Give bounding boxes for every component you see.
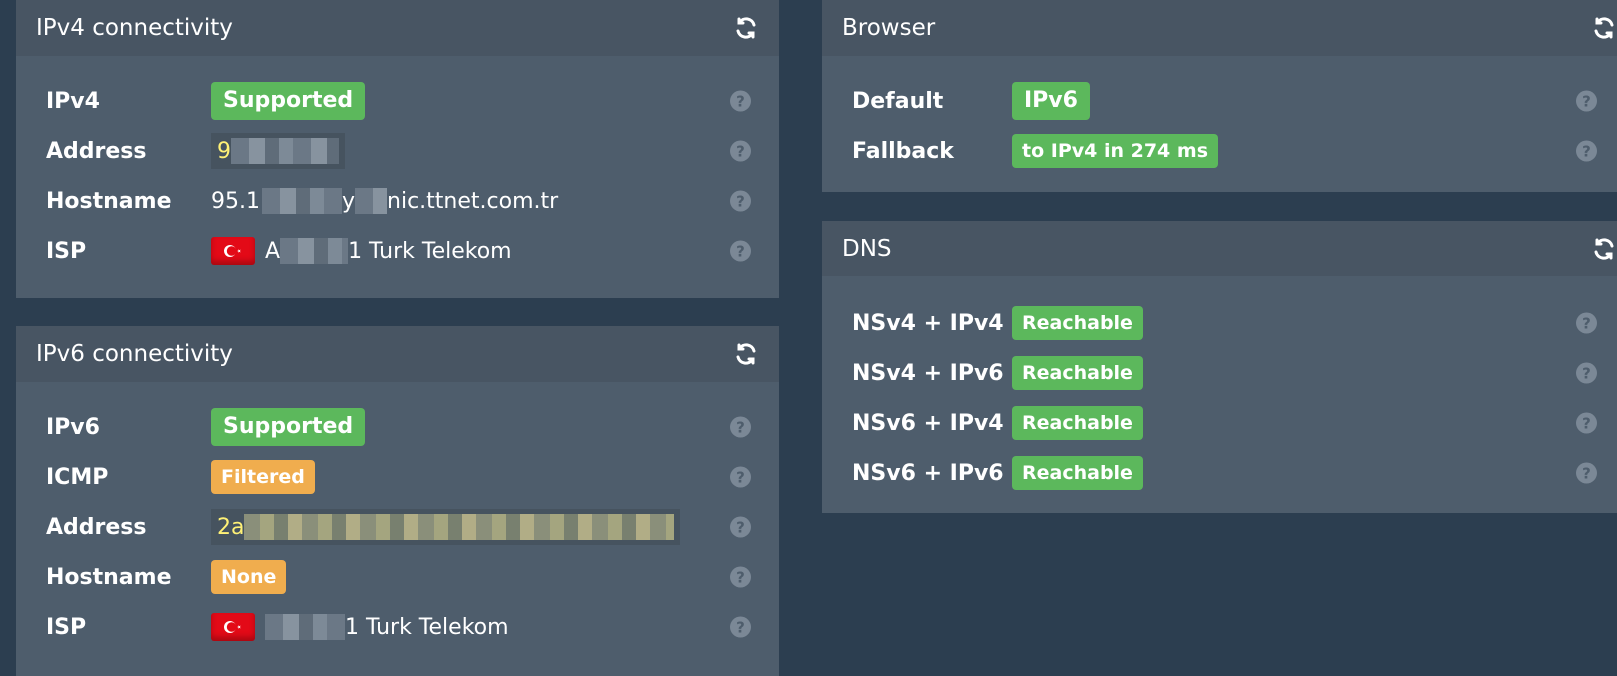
dns-row-label: NSv4 + IPv4 bbox=[852, 310, 1004, 336]
isp-label: ISP bbox=[46, 614, 87, 640]
browser-panel-body: Default IPv6 ? Fallback to IPv4 in 274 m… bbox=[822, 56, 1617, 176]
dns-row: NSv6 + IPv4 Reachable ? bbox=[852, 398, 1597, 448]
dns-row: NSv4 + IPv4 Reachable ? bbox=[852, 298, 1597, 348]
redacted-block bbox=[280, 238, 349, 264]
dns-row-label: NSv6 + IPv6 bbox=[852, 460, 1004, 486]
ipv4-panel-header: IPv4 connectivity bbox=[16, 0, 779, 56]
browser-panel: Browser Default IPv6 ? Fallback to IPv4 … bbox=[822, 0, 1617, 192]
dns-row: NSv4 + IPv6 Reachable ? bbox=[852, 348, 1597, 398]
dns-panel-body: NSv4 + IPv4 Reachable ? NSv4 + IPv6 Reac… bbox=[822, 276, 1617, 498]
refresh-icon[interactable] bbox=[1591, 15, 1617, 41]
fallback-label: Fallback bbox=[852, 138, 954, 164]
ipv4-row-isp: ISP A 1 Turk Telekom ? bbox=[46, 226, 751, 276]
hostname-prefix: 95.1 bbox=[211, 188, 260, 214]
help-icon[interactable]: ? bbox=[730, 516, 751, 538]
browser-row-default: Default IPv6 ? bbox=[852, 76, 1597, 126]
default-protocol-badge: IPv6 bbox=[1012, 82, 1090, 120]
ipv4-panel-body: IPv4 Supported ? Address 9 ? Hostname 95… bbox=[16, 56, 779, 276]
help-icon[interactable]: ? bbox=[730, 416, 751, 438]
refresh-icon[interactable] bbox=[1591, 236, 1617, 262]
hostname-suffix: nic.ttnet.com.tr bbox=[387, 188, 559, 214]
redacted-block bbox=[355, 188, 388, 214]
browser-panel-header: Browser bbox=[822, 0, 1617, 56]
redacted-block bbox=[244, 514, 675, 540]
ipv6-address-value: 2a bbox=[217, 514, 245, 540]
isp-label: ISP bbox=[46, 238, 87, 264]
ipv6-panel-body: IPv6 Supported ? ICMP Filtered ? Address… bbox=[16, 382, 779, 652]
help-icon[interactable]: ? bbox=[1576, 412, 1597, 434]
address-label: Address bbox=[46, 138, 147, 164]
dns-panel: DNS NSv4 + IPv4 Reachable ? NSv4 + IPv6 … bbox=[822, 221, 1617, 513]
help-icon[interactable]: ? bbox=[1576, 462, 1597, 484]
redacted-block bbox=[231, 138, 339, 164]
help-icon[interactable]: ? bbox=[1576, 362, 1597, 384]
hostname-label: Hostname bbox=[46, 188, 172, 214]
ipv6-panel: IPv6 connectivity IPv6 Supported ? ICMP … bbox=[16, 326, 779, 676]
help-icon[interactable]: ? bbox=[730, 466, 751, 488]
browser-panel-title: Browser bbox=[842, 15, 936, 41]
hostname-label: Hostname bbox=[46, 564, 172, 590]
ipv6-panel-title: IPv6 connectivity bbox=[36, 341, 233, 367]
icmp-label: ICMP bbox=[46, 464, 109, 490]
dns-row: NSv6 + IPv6 Reachable ? bbox=[852, 448, 1597, 498]
ipv4-address-value: 9 bbox=[217, 138, 231, 164]
ipv6-row-isp: ISP 1 Turk Telekom ? bbox=[46, 602, 751, 652]
help-icon[interactable]: ? bbox=[730, 566, 751, 588]
browser-row-fallback: Fallback to IPv4 in 274 ms ? bbox=[852, 126, 1597, 176]
ipv4-label: IPv4 bbox=[46, 88, 100, 114]
refresh-icon[interactable] bbox=[733, 15, 759, 41]
turkey-flag-icon bbox=[211, 237, 255, 265]
reachable-badge: Reachable bbox=[1012, 356, 1143, 390]
help-icon[interactable]: ? bbox=[730, 616, 751, 638]
help-icon[interactable]: ? bbox=[730, 140, 751, 162]
ipv4-status-badge: Supported bbox=[211, 82, 366, 120]
ipv6-row-address: Address 2a ? bbox=[46, 502, 751, 552]
help-icon[interactable]: ? bbox=[1576, 90, 1597, 112]
dns-panel-header: DNS bbox=[822, 221, 1617, 276]
isp-name: 1 Turk Telekom bbox=[348, 238, 512, 264]
icmp-status-badge: Filtered bbox=[211, 460, 315, 494]
ipv6-label: IPv6 bbox=[46, 414, 100, 440]
ipv4-row-hostname: Hostname 95.1 y nic.ttnet.com.tr ? bbox=[46, 176, 751, 226]
help-icon[interactable]: ? bbox=[730, 190, 751, 212]
redacted-block bbox=[265, 614, 345, 640]
dns-row-label: NSv6 + IPv4 bbox=[852, 410, 1004, 436]
refresh-icon[interactable] bbox=[733, 341, 759, 367]
isp-name: 1 Turk Telekom bbox=[345, 614, 509, 640]
ipv6-row-icmp: ICMP Filtered ? bbox=[46, 452, 751, 502]
help-icon[interactable]: ? bbox=[730, 90, 751, 112]
reachable-badge: Reachable bbox=[1012, 306, 1143, 340]
hostname-status-badge: None bbox=[211, 560, 287, 594]
default-label: Default bbox=[852, 88, 944, 114]
reachable-badge: Reachable bbox=[1012, 406, 1143, 440]
dns-row-label: NSv4 + IPv6 bbox=[852, 360, 1004, 386]
ipv4-row-ipv4: IPv4 Supported ? bbox=[46, 76, 751, 126]
help-icon[interactable]: ? bbox=[730, 240, 751, 262]
ipv6-row-ipv6: IPv6 Supported ? bbox=[46, 402, 751, 452]
ipv6-panel-header: IPv6 connectivity bbox=[16, 326, 779, 382]
ipv4-panel: IPv4 connectivity IPv4 Supported ? Addre… bbox=[16, 0, 779, 298]
turkey-flag-icon bbox=[211, 613, 255, 641]
help-icon[interactable]: ? bbox=[1576, 140, 1597, 162]
ipv4-row-address: Address 9 ? bbox=[46, 126, 751, 176]
redacted-block bbox=[261, 188, 342, 214]
help-icon[interactable]: ? bbox=[1576, 312, 1597, 334]
hostname-mid: y bbox=[341, 188, 356, 214]
dns-panel-title: DNS bbox=[842, 235, 892, 262]
ipv6-row-hostname: Hostname None ? bbox=[46, 552, 751, 602]
reachable-badge: Reachable bbox=[1012, 456, 1143, 490]
fallback-badge: to IPv4 in 274 ms bbox=[1012, 134, 1219, 168]
ipv4-panel-title: IPv4 connectivity bbox=[36, 15, 233, 41]
ipv6-status-badge: Supported bbox=[211, 408, 366, 446]
isp-prefix: A bbox=[265, 238, 281, 264]
address-label: Address bbox=[46, 514, 147, 540]
